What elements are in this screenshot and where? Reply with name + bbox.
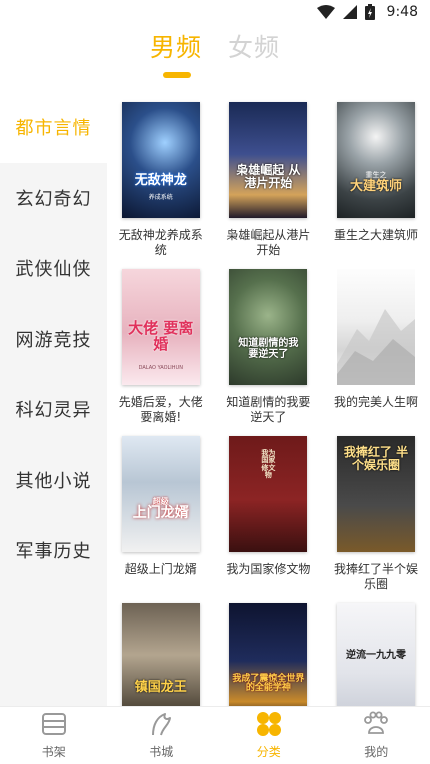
nav-bookstore[interactable]: 书城 [108, 707, 216, 764]
signal-icon [342, 5, 357, 19]
tab-female[interactable]: 女频 [226, 28, 282, 88]
book-cover: 逆流一九九零 [336, 603, 415, 706]
sidebar-item-label: 网游竞技 [15, 329, 92, 351]
book-title: 重生之大建筑师 [333, 228, 418, 242]
book-card[interactable]: 我成了震惊全世界 的全能学神 [215, 603, 323, 706]
nav-label: 分类 [256, 745, 281, 759]
book-card[interactable]: 我为国家修文物 我为国家修文物 [215, 436, 323, 603]
book-title: 知道剧情的我要逆天了 [226, 395, 311, 424]
sidebar-item-label: 武侠仙侠 [15, 259, 92, 281]
status-bar: 9:48 [0, 0, 430, 24]
tab-female-label: 女频 [227, 33, 280, 62]
sidebar-item-wuxia[interactable]: 武侠仙侠 [0, 233, 107, 304]
book-card[interactable]: 我的完美人生啊 [322, 269, 430, 436]
book-title: 先婚后爱，大佬要离婚! [118, 395, 203, 424]
category-icon [255, 711, 283, 741]
status-time: 9:48 [386, 4, 418, 20]
battery-icon [364, 4, 375, 20]
sidebar-item-gaming[interactable]: 网游竞技 [0, 304, 107, 375]
book-title: 无敌神龙养成系统 [118, 228, 203, 257]
book-card[interactable]: 镇国龙王 [107, 603, 215, 706]
mountain-illustration [336, 309, 415, 385]
nav-label: 我的 [364, 745, 389, 759]
book-title: 我捧红了半个娱乐圈 [333, 562, 418, 591]
book-card[interactable]: 逆流一九九零 [322, 603, 430, 706]
book-cover [336, 269, 415, 385]
book-cover: 重生之 大建筑师 [336, 102, 415, 218]
book-cover: 枭雄崛起 从港片开始 [229, 102, 308, 218]
bookshelf-icon [40, 711, 68, 741]
category-sidebar: 都市言情 玄幻奇幻 武侠仙侠 网游竞技 科幻灵异 其他小说 军事历史 [0, 92, 107, 706]
book-card[interactable]: 我捧红了 半个娱乐圈 我捧红了半个娱乐圈 [322, 436, 430, 603]
active-tab-indicator [163, 72, 191, 78]
nav-label: 书架 [41, 745, 66, 759]
book-cover: 知道剧情的我 要逆天了 [229, 269, 308, 385]
sidebar-item-other[interactable]: 其他小说 [0, 445, 107, 516]
gender-tabs: 男频 女频 [0, 28, 430, 88]
book-cover: 我捧红了 半个娱乐圈 [336, 436, 415, 552]
sidebar-item-label: 其他小说 [15, 470, 92, 492]
book-card[interactable]: 枭雄崛起 从港片开始 枭雄崛起从港片开始 [215, 102, 323, 269]
profile-icon [362, 711, 390, 741]
book-grid: 无敌神龙 养成系统 无敌神龙养成系统 枭雄崛起 从港片开始 枭雄崛起从港片开始 … [107, 92, 430, 706]
sidebar-item-label: 军事历史 [15, 541, 92, 563]
book-title: 我为国家修文物 [226, 562, 311, 576]
tab-male-label: 男频 [149, 33, 202, 62]
book-card[interactable]: 大佬 要离婚 DALAO YAOLIHUN 先婚后爱，大佬要离婚! [107, 269, 215, 436]
book-cover: 无敌神龙 养成系统 [121, 102, 200, 218]
book-card[interactable]: 无敌神龙 养成系统 无敌神龙养成系统 [107, 102, 215, 269]
sidebar-item-fantasy[interactable]: 玄幻奇幻 [0, 163, 107, 234]
book-cover: 我为国家修文物 [229, 436, 308, 552]
wifi-icon [316, 5, 335, 19]
book-title: 我的完美人生啊 [333, 395, 418, 409]
book-card[interactable]: 重生之 大建筑师 重生之大建筑师 [322, 102, 430, 269]
nav-label: 书城 [149, 745, 174, 759]
book-cover: 我成了震惊全世界 的全能学神 [229, 603, 308, 706]
book-cover: 镇国龙王 [121, 603, 200, 706]
book-card[interactable]: 超级 上门龙婿 超级上门龙婿 [107, 436, 215, 603]
tab-male[interactable]: 男频 [148, 28, 204, 88]
bookstore-icon [147, 711, 175, 741]
book-title: 枭雄崛起从港片开始 [226, 228, 311, 257]
sidebar-item-military-history[interactable]: 军事历史 [0, 515, 107, 586]
sidebar-item-urban-romance[interactable]: 都市言情 [0, 92, 107, 163]
nav-category[interactable]: 分类 [215, 707, 323, 764]
book-cover: 大佬 要离婚 DALAO YAOLIHUN [121, 269, 200, 385]
book-card[interactable]: 知道剧情的我 要逆天了 知道剧情的我要逆天了 [215, 269, 323, 436]
nav-profile[interactable]: 我的 [323, 707, 430, 764]
nav-bookshelf[interactable]: 书架 [0, 707, 108, 764]
sidebar-item-scifi[interactable]: 科幻灵异 [0, 374, 107, 445]
sidebar-item-label: 都市言情 [15, 118, 92, 140]
sidebar-item-label: 玄幻奇幻 [15, 188, 92, 210]
bottom-nav: 书架 书城 分类 我的 [0, 706, 430, 764]
book-cover: 超级 上门龙婿 [121, 436, 200, 552]
sidebar-item-label: 科幻灵异 [15, 400, 92, 422]
book-title: 超级上门龙婿 [124, 562, 197, 576]
